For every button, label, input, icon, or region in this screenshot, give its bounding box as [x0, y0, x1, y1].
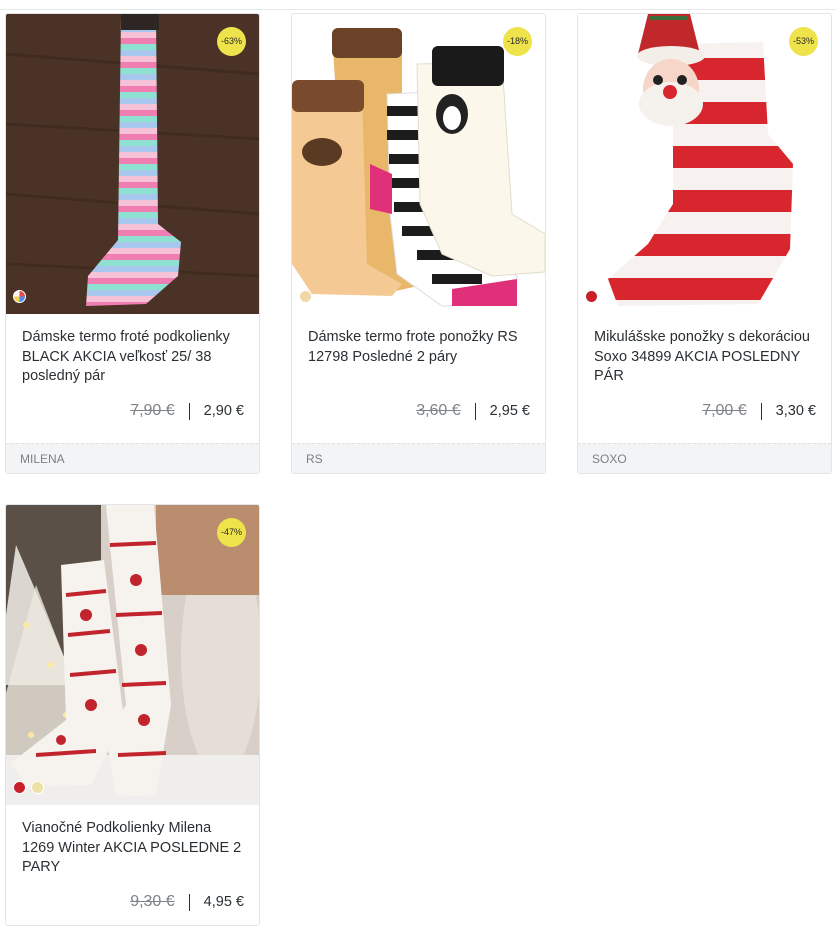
- price-row: 9,30 € 4,95 €: [130, 893, 244, 911]
- discount-badge: -18%: [503, 27, 532, 56]
- product-title[interactable]: Dámske termo frote ponožky RS 12798 Posl…: [308, 328, 530, 367]
- color-swatches: [585, 290, 598, 304]
- product-title[interactable]: Mikulášske ponožky s dekoráciou Soxo 348…: [594, 328, 816, 387]
- brand-label[interactable]: RS: [292, 443, 545, 473]
- color-swatches: [13, 781, 44, 795]
- color-swatch[interactable]: [299, 290, 312, 303]
- product-image[interactable]: -53%: [578, 14, 831, 314]
- price-row: 7,90 € 2,90 €: [130, 402, 244, 420]
- color-swatch[interactable]: [13, 781, 26, 794]
- discount-badge: -47%: [217, 518, 246, 547]
- price-separator: [188, 402, 190, 420]
- color-swatches: [299, 290, 312, 304]
- discount-badge: -53%: [789, 27, 818, 56]
- old-price: 3,60 €: [416, 402, 461, 419]
- price-row: 7,00 € 3,30 €: [702, 402, 816, 420]
- price-separator: [760, 402, 762, 420]
- brand-label[interactable]: MILENA: [6, 443, 259, 473]
- old-price: 9,30 €: [130, 893, 175, 910]
- product-title[interactable]: Vianočné Podkolienky Milena 1269 Winter …: [22, 819, 244, 878]
- color-swatch[interactable]: [585, 290, 598, 303]
- current-price: 2,90 €: [203, 403, 244, 419]
- old-price: 7,90 €: [130, 402, 175, 419]
- product-card[interactable]: -47% Vianočné Podkolienky Milena 1269 Wi…: [5, 504, 260, 926]
- current-price: 2,95 €: [489, 403, 530, 419]
- product-title[interactable]: Dámske termo froté podkolienky BLACK AKC…: [22, 328, 244, 387]
- product-image[interactable]: -47%: [6, 505, 259, 805]
- price-separator: [474, 402, 476, 420]
- brand-label[interactable]: SOXO: [578, 443, 831, 473]
- discount-badge: -63%: [217, 27, 246, 56]
- product-card[interactable]: -63% Dámske termo froté podkolienky BLAC…: [5, 13, 260, 474]
- price-row: 3,60 € 2,95 €: [416, 402, 530, 420]
- top-divider: [0, 9, 836, 10]
- product-image[interactable]: -18%: [292, 14, 545, 314]
- current-price: 4,95 €: [203, 894, 244, 910]
- price-separator: [188, 893, 190, 911]
- product-card[interactable]: -18% Dámske termo frote ponožky RS 12798…: [291, 13, 546, 474]
- color-swatch[interactable]: [31, 781, 44, 794]
- color-swatches: [13, 290, 26, 304]
- color-swatch[interactable]: [13, 290, 26, 303]
- current-price: 3,30 €: [775, 403, 816, 419]
- product-image[interactable]: -63%: [6, 14, 259, 314]
- product-card[interactable]: -53% Mikulášske ponožky s dekoráciou Sox…: [577, 13, 832, 474]
- old-price: 7,00 €: [702, 402, 747, 419]
